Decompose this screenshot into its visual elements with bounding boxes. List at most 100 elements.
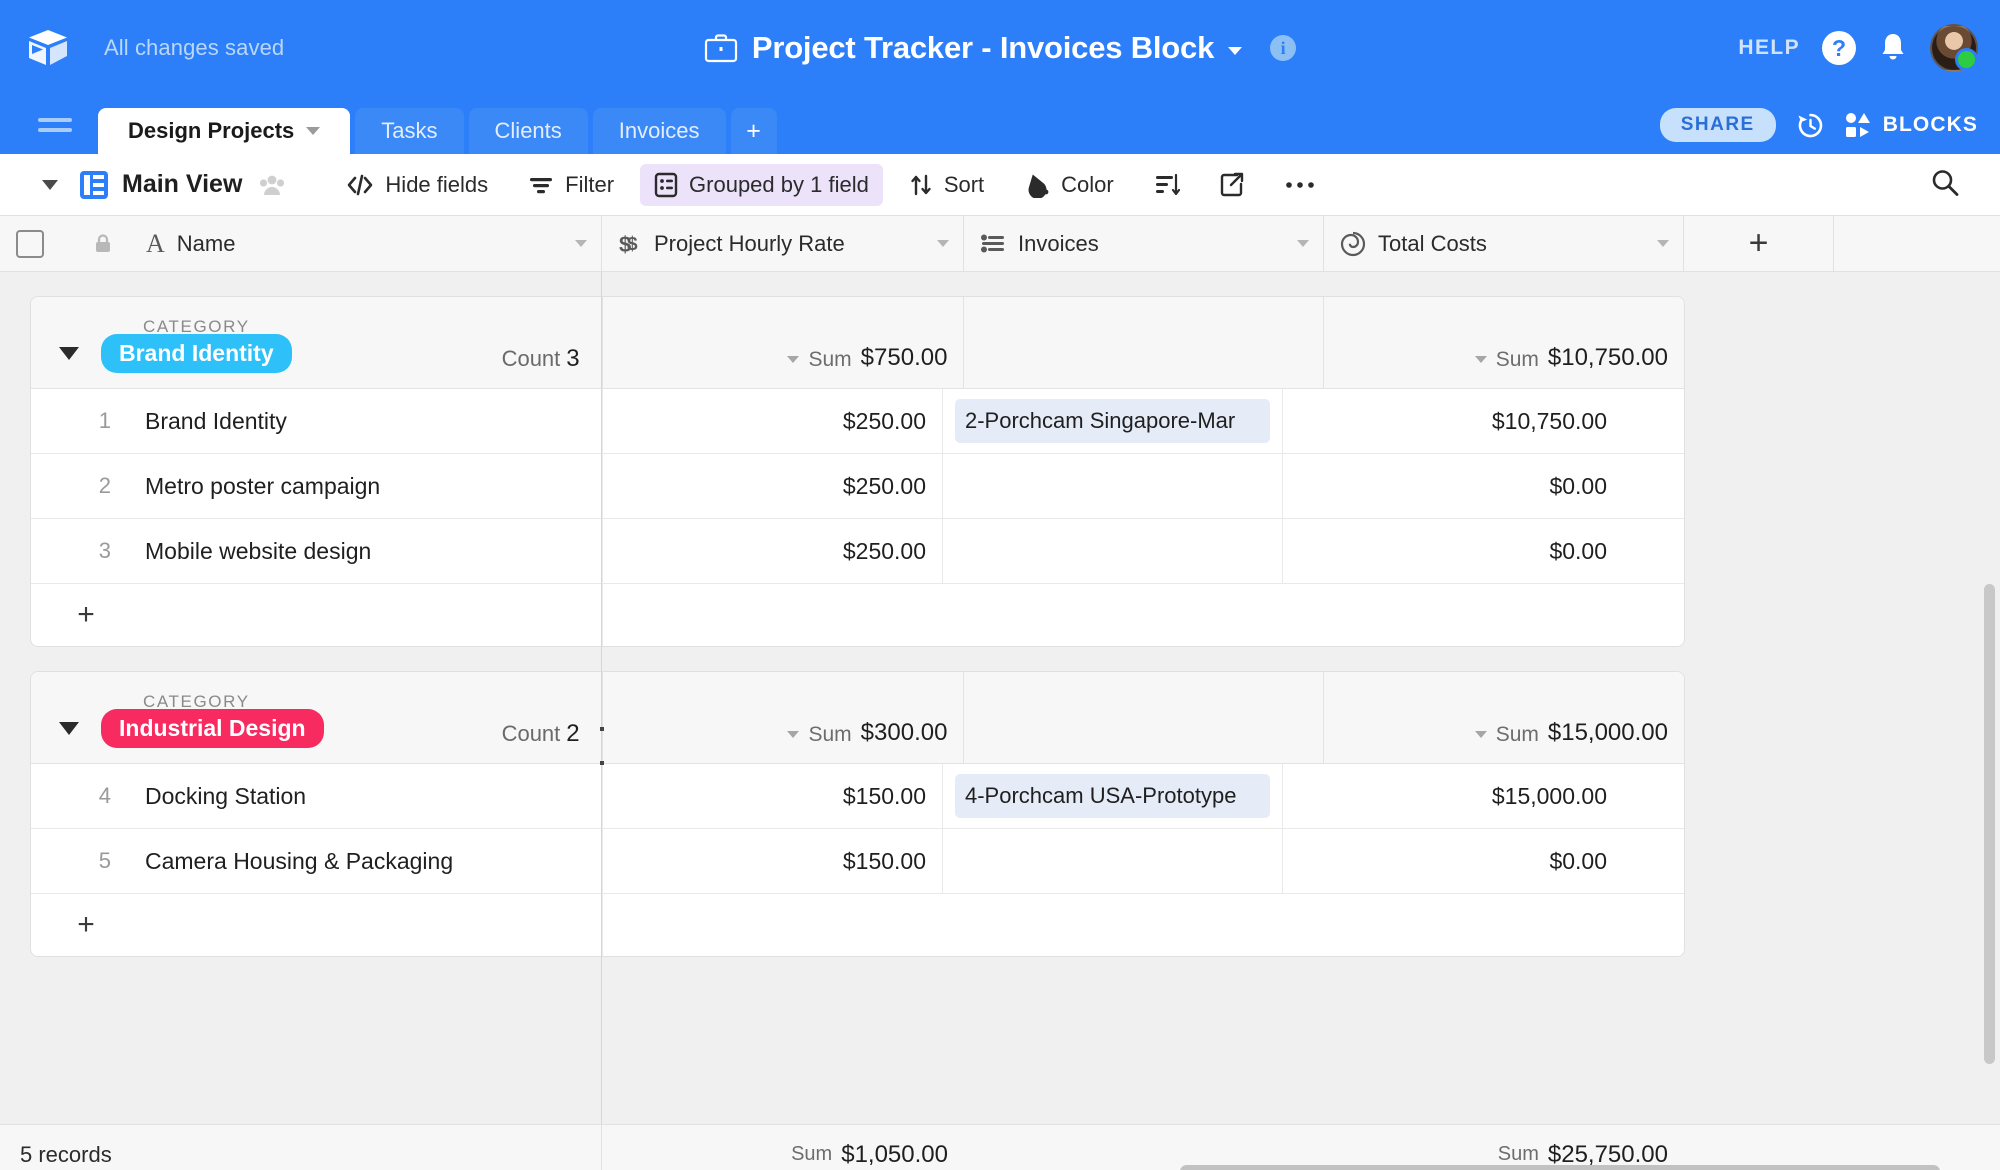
chevron-down-icon[interactable] <box>1297 240 1309 247</box>
add-record-button[interactable]: + <box>31 908 111 942</box>
filter-button[interactable]: Filter <box>514 164 628 206</box>
table-row[interactable]: 2 Metro poster campaign $250.00 $0.00 <box>31 454 1684 519</box>
tab-design-projects[interactable]: Design Projects <box>98 108 350 154</box>
group-summary-total[interactable]: Sum $15,000.00 <box>1324 672 1684 763</box>
cell-name[interactable]: Metro poster campaign <box>111 454 603 518</box>
row-drag-handle[interactable] <box>599 727 604 765</box>
chevron-down-icon[interactable] <box>306 127 320 135</box>
chevron-down-icon[interactable] <box>575 240 587 247</box>
horizontal-scrollbar[interactable] <box>1180 1165 1940 1170</box>
add-record-button[interactable]: + <box>31 598 111 632</box>
group-count: Count2 <box>502 720 580 748</box>
add-table-button[interactable]: + <box>731 108 777 154</box>
view-name[interactable]: Main View <box>122 170 242 199</box>
search-button[interactable] <box>1930 167 1960 202</box>
cell-invoices[interactable] <box>943 454 1283 518</box>
group-field-label: CATEGORY <box>143 317 250 337</box>
cell-invoices[interactable]: 2-Porchcam Singapore-Mar <box>943 389 1283 453</box>
hamburger-menu-icon[interactable] <box>38 112 72 138</box>
group-summary-invoices[interactable] <box>964 672 1324 763</box>
group-value-chip: Industrial Design <box>101 709 324 748</box>
column-header-project-hourly-rate[interactable]: $ $ Project Hourly Rate <box>602 216 964 272</box>
cell-project-hourly-rate[interactable]: $250.00 <box>603 389 943 453</box>
base-title[interactable]: Project Tracker - Invoices Block <box>752 30 1214 66</box>
linked-record-chip[interactable]: 2-Porchcam Singapore-Mar <box>955 399 1270 443</box>
linked-record-chip[interactable]: 4-Porchcam USA-Prototype <box>955 774 1270 818</box>
select-all-checkbox[interactable] <box>16 230 44 258</box>
column-header-name[interactable]: A Name <box>0 216 602 272</box>
add-record-row[interactable]: + <box>31 584 1684 646</box>
cell-invoices[interactable]: 4-Porchcam USA-Prototype <box>943 764 1283 828</box>
cell-total-costs[interactable]: $0.00 <box>1283 829 1623 893</box>
cell-name[interactable]: Brand Identity <box>111 389 603 453</box>
color-button[interactable]: Color <box>1010 164 1128 206</box>
group-count: Count3 <box>502 345 580 373</box>
blocks-button[interactable]: BLOCKS <box>1845 112 1978 138</box>
cell-project-hourly-rate[interactable]: $250.00 <box>603 454 943 518</box>
chevron-down-icon[interactable] <box>1657 240 1669 247</box>
group-field-label: CATEGORY <box>143 692 250 712</box>
group-summary-rate[interactable]: Sum $300.00 <box>603 672 965 763</box>
tab-invoices[interactable]: Invoices <box>593 108 726 154</box>
collaborators-icon[interactable] <box>258 173 286 197</box>
history-clock-icon[interactable] <box>1796 111 1825 140</box>
collapse-group-icon[interactable] <box>59 347 79 360</box>
help-label[interactable]: HELP <box>1738 36 1800 60</box>
group-value-chip: Brand Identity <box>101 334 292 373</box>
vertical-scrollbar[interactable] <box>1984 584 1995 1064</box>
tab-clients[interactable]: Clients <box>469 108 588 154</box>
table-row[interactable]: 1 Brand Identity $250.00 2-Porchcam Sing… <box>31 389 1684 454</box>
table-row[interactable]: 5 Camera Housing & Packaging $150.00 $0.… <box>31 829 1684 894</box>
tab-tasks[interactable]: Tasks <box>355 108 463 154</box>
cell-project-hourly-rate[interactable]: $150.00 <box>603 829 943 893</box>
column-header-invoices[interactable]: Invoices <box>964 216 1324 272</box>
add-column-button[interactable]: + <box>1684 216 1834 272</box>
top-bar-actions: HELP ? <box>1738 0 1978 96</box>
cell-name[interactable]: Mobile website design <box>111 519 603 583</box>
share-button[interactable]: SHARE <box>1660 108 1776 142</box>
hide-fields-button[interactable]: Hide fields <box>332 164 502 206</box>
table-row[interactable]: 4 Docking Station $150.00 4-Porchcam USA… <box>31 764 1684 829</box>
chevron-down-icon[interactable] <box>937 240 949 247</box>
footer-summary-rate[interactable]: Sum $1,050.00 <box>602 1141 964 1169</box>
help-icon[interactable]: ? <box>1822 31 1856 65</box>
toggle-view-sidebar-icon[interactable] <box>42 180 58 190</box>
group-header[interactable]: CATEGORY Brand Identity Count3 Sum $750.… <box>31 297 1684 389</box>
cell-project-hourly-rate[interactable]: $150.00 <box>603 764 943 828</box>
group-summary-invoices[interactable] <box>964 297 1324 388</box>
sort-button[interactable]: Sort <box>895 164 998 206</box>
group-header[interactable]: CATEGORY Industrial Design Count2 Sum $3… <box>31 672 1684 764</box>
add-record-row[interactable]: + <box>31 894 1684 956</box>
share-view-button[interactable] <box>1206 164 1258 206</box>
column-name-label: Invoices <box>1018 231 1099 257</box>
column-header-total-costs[interactable]: Total Costs <box>1324 216 1684 272</box>
cell-name[interactable]: Docking Station <box>111 764 603 828</box>
bell-icon[interactable] <box>1878 31 1908 65</box>
airtable-home-link[interactable] <box>0 26 96 70</box>
group-summary-total[interactable]: Sum $10,750.00 <box>1324 297 1684 388</box>
column-name-label: Name <box>177 231 236 257</box>
info-icon[interactable]: i <box>1270 35 1296 61</box>
cell-invoices[interactable] <box>943 829 1283 893</box>
cell-total-costs[interactable]: $10,750.00 <box>1283 389 1623 453</box>
group-button[interactable]: Grouped by 1 field <box>640 164 883 206</box>
view-toolbar: Main View Hide fields Filter Grouped <box>0 154 2000 216</box>
cell-invoices[interactable] <box>943 519 1283 583</box>
summary-label: Sum <box>808 723 851 747</box>
cell-project-hourly-rate[interactable]: $250.00 <box>603 519 943 583</box>
row-height-button[interactable] <box>1140 165 1194 205</box>
cell-name[interactable]: Camera Housing & Packaging <box>111 829 603 893</box>
more-options-button[interactable] <box>1270 172 1330 198</box>
chevron-down-icon[interactable] <box>1228 47 1242 55</box>
cell-total-costs[interactable]: $0.00 <box>1283 454 1623 518</box>
cell-total-costs[interactable]: $15,000.00 <box>1283 764 1623 828</box>
text-field-icon: A <box>146 229 165 259</box>
user-avatar[interactable] <box>1930 24 1978 72</box>
add-record-rest <box>603 894 1684 956</box>
group-summary-rate[interactable]: Sum $750.00 <box>603 297 965 388</box>
linked-record-field-icon <box>980 233 1006 255</box>
table-row[interactable]: 3 Mobile website design $250.00 $0.00 <box>31 519 1684 584</box>
cell-total-costs[interactable]: $0.00 <box>1283 519 1623 583</box>
color-icon <box>1024 172 1050 198</box>
collapse-group-icon[interactable] <box>59 722 79 735</box>
